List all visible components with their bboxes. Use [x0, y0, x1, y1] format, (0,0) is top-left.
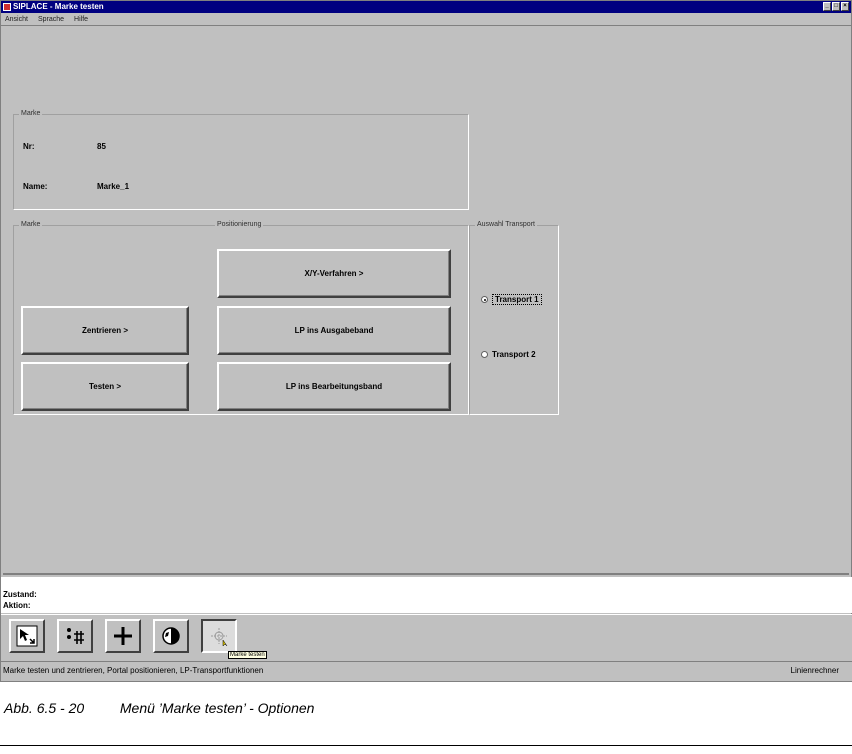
marke-info-group	[13, 114, 469, 210]
zentrieren-button[interactable]: Zentrieren >	[21, 306, 189, 355]
close-icon[interactable]: ×	[841, 2, 849, 11]
name-label: Name:	[23, 182, 48, 191]
menu-ansicht[interactable]: Ansicht	[5, 13, 28, 25]
xy-verfahren-button[interactable]: X/Y-Verfahren >	[217, 249, 451, 298]
status-computer: Linienrechner	[790, 666, 839, 675]
maximize-icon[interactable]: □	[832, 2, 840, 11]
status-area: Zustand: Aktion:	[1, 577, 852, 613]
pointer-select-icon[interactable]	[9, 619, 45, 653]
target-icon[interactable]	[201, 619, 237, 653]
radio-unchecked-icon	[481, 351, 488, 358]
window-title: SIPLACE - Marke testen	[13, 2, 104, 11]
zustand-label: Zustand:	[3, 590, 37, 599]
app-icon	[3, 3, 11, 11]
transport-2-label: Transport 2	[492, 350, 536, 359]
nr-label: Nr:	[23, 142, 35, 151]
minimize-icon[interactable]: _	[823, 2, 831, 11]
nr-value: 85	[97, 142, 106, 151]
figure-number: Abb. 6.5 - 20	[4, 700, 85, 716]
transport-1-label: Transport 1	[492, 294, 542, 305]
testen-button[interactable]: Testen >	[21, 362, 189, 411]
marke-info-title: Marke	[19, 110, 43, 117]
window-controls: _ □ ×	[823, 2, 849, 11]
app-window: SIPLACE - Marke testen _ □ × Ansicht Spr…	[0, 0, 852, 682]
menu-bar: Ansicht Sprache Hilfe	[1, 13, 851, 26]
transport-title: Auswahl Transport	[475, 221, 537, 228]
status-bar: Marke testen und zentrieren, Portal posi…	[1, 661, 852, 681]
menu-hilfe[interactable]: Hilfe	[74, 13, 88, 25]
menu-sprache[interactable]: Sprache	[38, 13, 64, 25]
tooltip: Marke testen	[228, 651, 267, 659]
transport-1-radio[interactable]: Transport 1	[481, 294, 542, 305]
transport-2-radio[interactable]: Transport 2	[481, 350, 536, 359]
lp-ausgabeband-button[interactable]: LP ins Ausgabeband	[217, 306, 451, 355]
status-text: Marke testen und zentrieren, Portal posi…	[3, 666, 264, 675]
lp-bearbeitungsband-button[interactable]: LP ins Bearbeitungsband	[217, 362, 451, 411]
positionierung-title: Positionierung	[215, 221, 264, 228]
figure-text: Menü ’Marke testen’ - Optionen	[119, 700, 315, 716]
crosshair-icon[interactable]	[105, 619, 141, 653]
radio-checked-icon	[481, 296, 488, 303]
transport-group	[469, 225, 559, 415]
figure-caption: Abb. 6.5 - 20 Menü ’Marke testen’ - Opti…	[4, 700, 314, 716]
title-bar: SIPLACE - Marke testen _ □ ×	[1, 1, 851, 13]
toolbar: Marke testen	[1, 614, 852, 661]
name-value: Marke_1	[97, 182, 130, 191]
globe-icon[interactable]	[153, 619, 189, 653]
aktion-label: Aktion:	[3, 601, 31, 610]
divider	[0, 745, 852, 746]
marke-group-title: Marke	[19, 221, 43, 228]
grid-icon[interactable]	[57, 619, 93, 653]
main-panel: Marke Nr: 85 Name: Marke_1 Marke Positio…	[3, 28, 849, 575]
